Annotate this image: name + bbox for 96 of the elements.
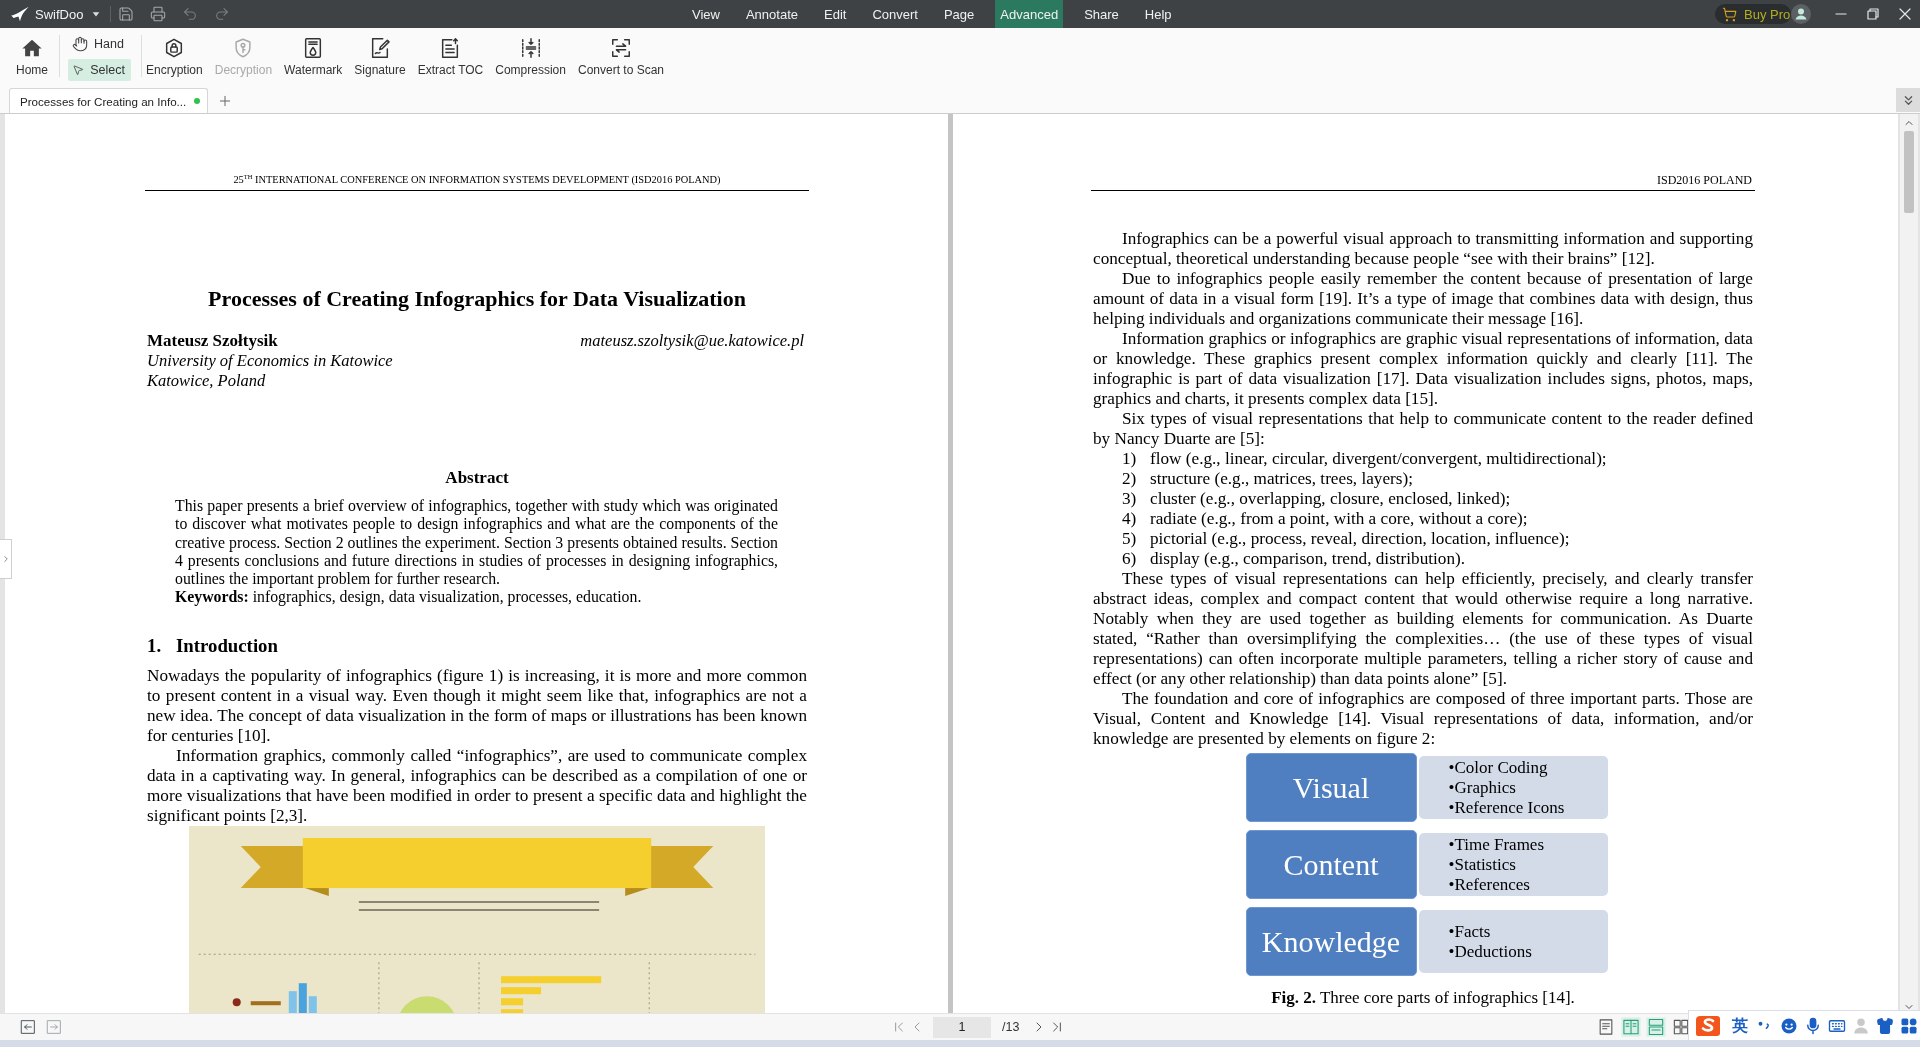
hand-icon (72, 36, 88, 52)
list-item-text: flow (e.g., linear, circular, divergent/convergent, multidirectional); (1150, 449, 1607, 469)
list-number: 6) (1122, 549, 1138, 569)
bullet-item: •Facts (1448, 921, 1492, 942)
scrollbar[interactable] (1900, 114, 1918, 1013)
list-number: 3) (1122, 489, 1138, 509)
document-tab[interactable]: Processes for Creating an Info... (9, 88, 209, 113)
apps-grid-icon[interactable] (1900, 1016, 1918, 1035)
bullet-item: •Reference Icons (1448, 797, 1566, 818)
list-number: 2) (1122, 469, 1138, 489)
bullet-item: •Statistics (1448, 854, 1517, 875)
two-page-icon[interactable] (1621, 1017, 1641, 1037)
list-item-text: radiate (e.g., from a point, with a core, without a core); (1150, 509, 1528, 529)
menu-item[interactable]: Annotate (740, 0, 803, 28)
bullet-item: •References (1448, 874, 1531, 895)
page-count: /13 (1002, 1020, 1020, 1034)
menu-item[interactable]: Edit (819, 0, 852, 28)
caret-icon[interactable] (91, 9, 102, 19)
page-number-field[interactable]: 1 (933, 1016, 991, 1038)
close-icon[interactable] (1899, 8, 1911, 20)
compress-arrows-icon (519, 37, 542, 59)
paper-title: Processes of Creating Infographics for Data Visualization (207, 286, 747, 312)
category-block: Content (1245, 830, 1417, 899)
abstract-heading: Abstract (444, 468, 510, 488)
paragraph: Six types of visual representations that help to communicate content to the reader defined by Nancy Duarte are [5]: (1093, 409, 1753, 449)
list-item-text: display (e.g., comparison, trend, distribution). (1150, 549, 1466, 569)
app-name: SwifDoo (35, 6, 84, 22)
thumbnail-grid-icon[interactable] (1671, 1017, 1691, 1037)
bullet-item: •Graphics (1448, 777, 1517, 798)
save-icon[interactable] (118, 6, 135, 22)
tool-button[interactable]: Convert to Scan (576, 28, 665, 78)
print-icon[interactable] (150, 6, 167, 22)
menu-item[interactable]: Advanced (995, 0, 1064, 28)
paragraph: Infographics can be a powerful visual approach to transmitting information and supporting conceptual, theoretical understanding because people “see with their brains” [12]. (1093, 229, 1753, 269)
affiliation-line: University of Economics in Katowice (147, 351, 394, 371)
buy-pro-button[interactable]: Buy Pro (1715, 4, 1791, 24)
running-header: 25$^{TH}$ INTERNATIONAL CONFERENCE ON INFORMATION SYSTEMS DEVELOPMENT (ISD2016 POLAND) (232, 172, 722, 187)
paragraph: Information graphics, commonly called “infographics”, are used to communicate complex data in a captivating way. In general, infographics can be described as a compilation of one or more visualizations that have been modified in order to present a specific data and highlight the significant points [2,3]. (147, 745, 807, 826)
menu-item[interactable]: Convert (867, 0, 923, 28)
bullet-item: •Time Frames (1448, 834, 1546, 855)
document-pen-icon (369, 37, 391, 59)
tool-button[interactable]: Encryption (145, 28, 204, 78)
select-tool-button[interactable]: Select (68, 59, 131, 81)
bullet-item: •Deductions (1448, 941, 1533, 962)
list-number: 1) (1122, 449, 1138, 469)
hand-tool-button[interactable]: Hand (68, 33, 131, 55)
list-item-text: pictorial (e.g., process, reveal, direction, location, influence); (1150, 529, 1570, 549)
menu-item[interactable]: Page (938, 0, 980, 28)
menu-item[interactable]: Share (1079, 0, 1124, 28)
paragraph: Nowadays the popularity of infographics (figure 1) is increasing, it is more and more common to present content in a visual way. Even though it might seem like that, infographics are not a new idea. The concept of data visualization in the form of maps or illustrations has been known for centuries [10]. (147, 665, 807, 746)
home-button[interactable]: Home (15, 28, 49, 78)
cart-icon (1722, 6, 1737, 22)
tool-button[interactable]: Watermark (283, 28, 344, 78)
scrollbar-thumb[interactable] (1904, 131, 1914, 213)
paragraph: Due to infographics people easily remember the content because of presentation of large amount of data in a visual form [19]. It’s a type of image that combines data with design, thus helping individuals and organizations communicate their message [16]. (1093, 269, 1753, 329)
bird-logo-icon (10, 6, 30, 22)
collapse-button[interactable] (1896, 88, 1920, 112)
paragraph: These types of visual representations can help efficiently, precisely, and clearly transfer abstract ideas, complex and compact content that would otherwise require a long narrative. Notably when they are used together as building elements for communication. As Duarte stated, “Rather than oversimplifying the complexities… (the use of these types of visual representations) can often incorporate multiple parameters, telling a richer story of cause and effect (or any other relationship) than data points alone” [5]. (1093, 569, 1753, 689)
undo-icon[interactable] (182, 6, 199, 22)
continuous-scroll-icon[interactable] (1646, 1017, 1666, 1037)
tool-button[interactable]: Compression (494, 28, 567, 78)
section-number: 1. (147, 634, 163, 657)
status-dot-icon (194, 98, 201, 104)
author-name: Mateusz Szołtysik (147, 331, 278, 351)
menu-item[interactable]: View (687, 0, 725, 28)
paragraph: The foundation and core of infographics are composed of three important parts. Those are Visual, Content and Knowledge [14]. Visual representations of data, information, and/or knowledge are presented by elements on figure 2: (1093, 689, 1753, 749)
category-block: Visual (1245, 753, 1417, 822)
microphone-icon[interactable] (1804, 1016, 1822, 1035)
author-email: mateusz.szoltysik@ue.katowice.pl (580, 331, 804, 351)
keywords-line: Keywords: infographics, design, data visualization, processes, education. (174, 588, 643, 607)
user-avatar-icon[interactable] (1791, 4, 1811, 24)
list-item-text: structure (e.g., matrices, trees, layers); (1150, 469, 1413, 489)
home-icon (21, 37, 43, 59)
tool-button[interactable]: Signature (353, 28, 407, 78)
affiliation-line: Katowice, Poland (147, 371, 267, 391)
menu-item[interactable]: Help (1139, 0, 1177, 28)
cursor-icon (72, 62, 85, 78)
list-item-text: cluster (e.g., overlapping, closure, enclosed, linked); (1150, 489, 1511, 509)
list-number: 5) (1122, 529, 1138, 549)
tool-button[interactable]: Extract TOC (416, 28, 485, 78)
abstract-text: This paper presents a brief overview of infographics, together with study which was originated to discover what motivates people to design infographics and what are the components of the creative process. Section 2 outlines the experiment. Section 3 presents obtained results. Section 4 presents conclusions and future directions in studies of processes in designing infographics, outlines the important problem for further research. (174, 497, 779, 589)
redo-icon[interactable] (214, 6, 231, 22)
restore-icon[interactable] (1867, 8, 1879, 20)
input-language[interactable]: 英 (1732, 1016, 1748, 1035)
running-header: ISD2016 POLAND (1656, 172, 1753, 188)
figure-caption: Fig. 2. Three core parts of infographics [14]. (1270, 988, 1576, 1008)
category-block: Knowledge (1245, 907, 1417, 976)
scan-arrows-icon (610, 37, 632, 59)
section-heading: Introduction (176, 634, 278, 657)
list-number: 4) (1122, 509, 1138, 529)
bullet-item: •Color Coding (1448, 757, 1549, 778)
side-panel-toggle[interactable] (0, 539, 12, 579)
emoji-icon[interactable] (1780, 1016, 1798, 1035)
shirt-icon[interactable] (1876, 1016, 1894, 1035)
logo-icon[interactable] (1695, 1013, 1721, 1038)
paragraph: Information graphics or infographics are graphic visual representations of information, data or knowledge. These graphics present complex information quickly and clearly [11]. The infographic is part of data visualization [17]. Data visualization includes signs, photos, maps, graphics and charts, it presents complex data [15]. (1093, 329, 1753, 409)
